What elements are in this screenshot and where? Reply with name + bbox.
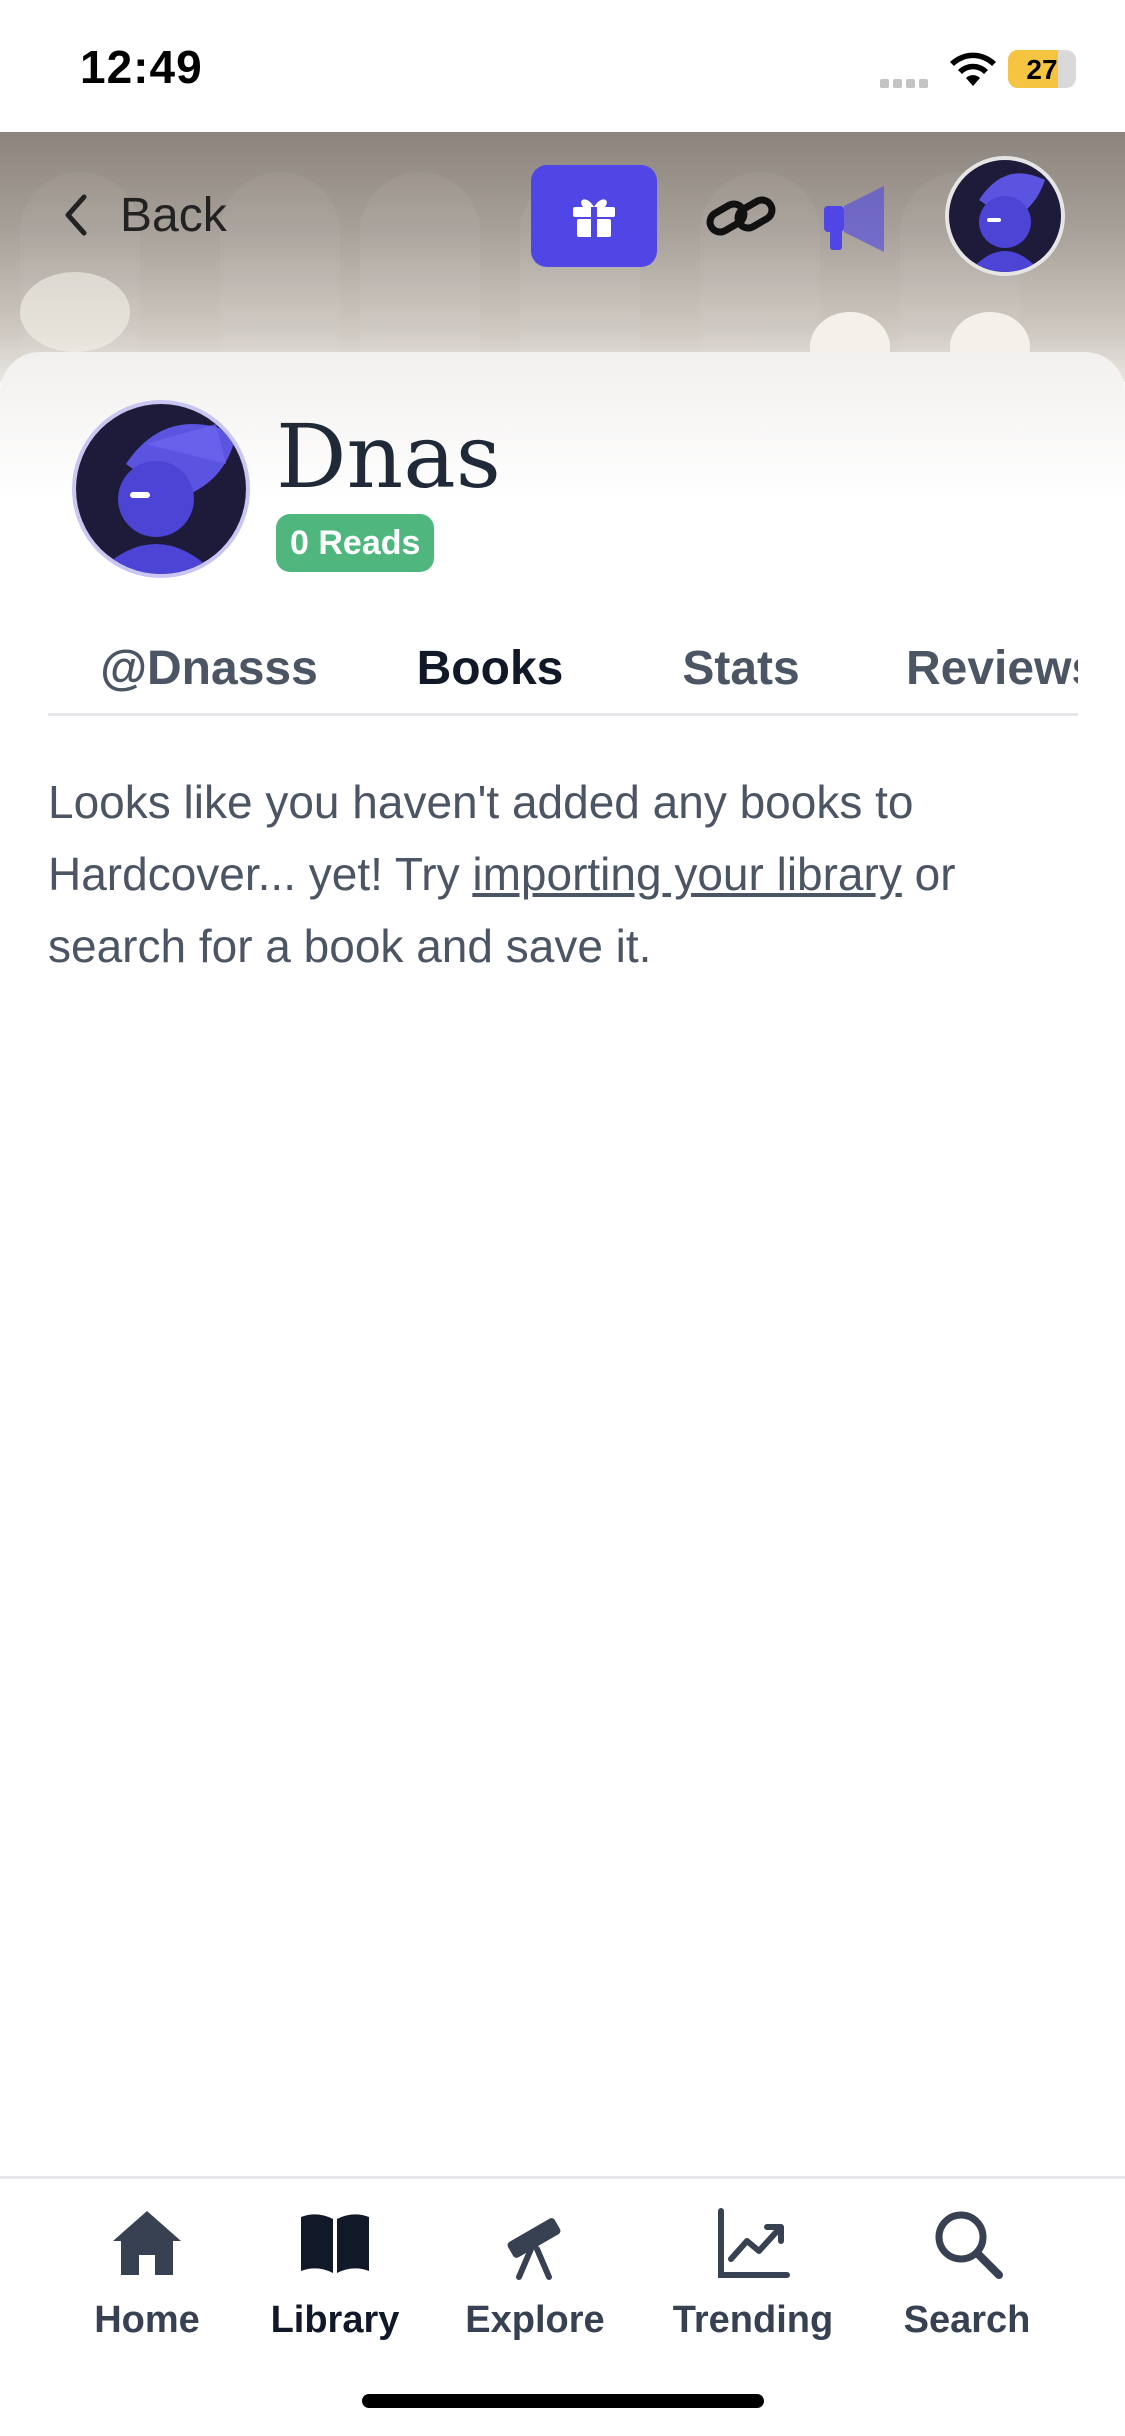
nav-explore-label: Explore [465, 2299, 605, 2341]
telescope-icon [507, 2218, 561, 2280]
current-user-avatar[interactable] [945, 156, 1065, 276]
tab-books[interactable]: Books [370, 620, 610, 713]
nav-library-label: Library [270, 2299, 400, 2341]
status-time: 12:49 [80, 41, 203, 93]
nav-explore[interactable]: Explore [440, 2205, 630, 2342]
profile-avatar [72, 400, 250, 578]
avatar-image [76, 404, 246, 574]
tab-reviews[interactable]: Reviews [872, 620, 1078, 713]
nav-search-label: Search [903, 2299, 1031, 2341]
trending-icon [718, 2208, 790, 2278]
profile-tabs: @Dnasss Books Stats Reviews [48, 620, 1078, 716]
battery-level: 27 [1026, 54, 1058, 85]
profile-name: Dnas [276, 405, 501, 508]
announcement-button[interactable] [820, 180, 900, 256]
nav-trending-label: Trending [672, 2299, 834, 2341]
book-icon [301, 2214, 369, 2273]
share-link-button[interactable] [700, 180, 782, 252]
battery-icon: 27 [1008, 50, 1076, 88]
nav-search[interactable]: Search [872, 2205, 1062, 2342]
home-indicator [362, 2394, 764, 2408]
nav-home[interactable]: Home [52, 2205, 242, 2342]
back-button[interactable]: Back [60, 180, 227, 250]
tab-profile[interactable]: @Dnasss [48, 620, 370, 713]
megaphone-icon [824, 186, 884, 252]
nav-home-label: Home [94, 2299, 200, 2341]
gift-button[interactable] [531, 165, 657, 267]
import-library-link[interactable]: importing your library [472, 848, 901, 900]
wifi-icon [950, 52, 996, 86]
back-label: Back [120, 188, 227, 242]
nav-library[interactable]: Library [240, 2205, 430, 2342]
status-bar: 12:49 27 [0, 0, 1125, 132]
avatar-image [949, 160, 1061, 272]
empty-library-message: Looks like you haven't added any books t… [48, 766, 1088, 982]
tab-stats[interactable]: Stats [610, 620, 872, 713]
cellular-signal-icon [880, 75, 934, 88]
reads-count-badge: 0 Reads [276, 514, 435, 572]
chevron-left-icon [65, 194, 87, 236]
link-icon [706, 196, 776, 236]
search-icon [935, 2211, 1003, 2279]
gift-icon [573, 199, 615, 237]
home-icon [113, 2211, 181, 2275]
nav-trending[interactable]: Trending [658, 2205, 848, 2342]
